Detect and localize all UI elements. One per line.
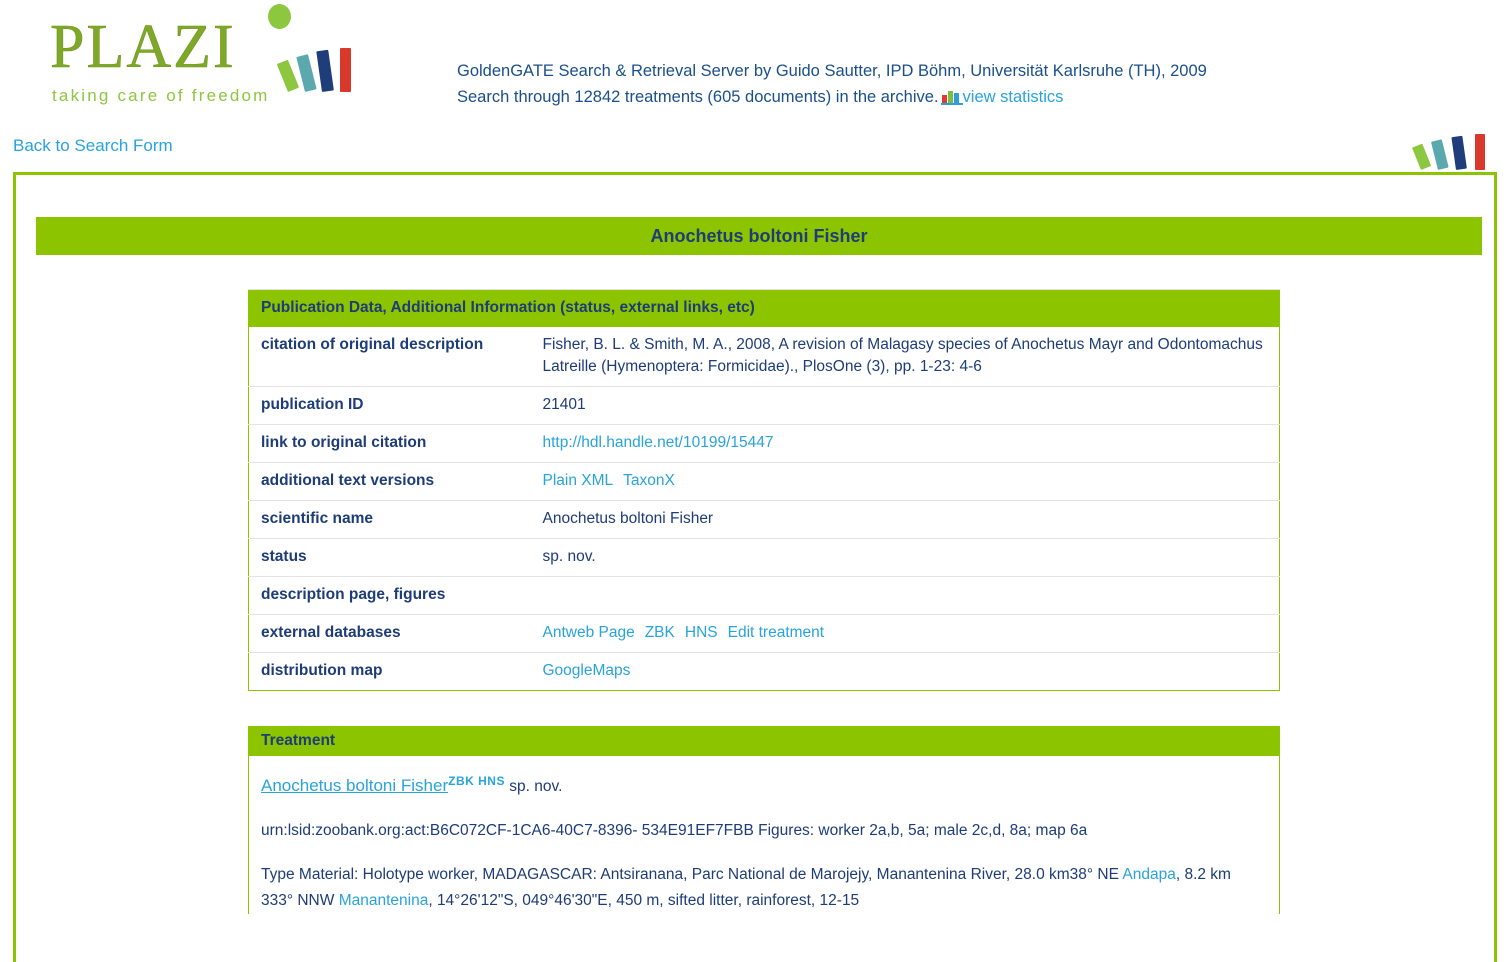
- books-logo-icon: [276, 46, 360, 92]
- treatment-status: sp. nov.: [509, 778, 563, 796]
- row-label-text-versions: additional text versions: [248, 462, 531, 501]
- row-value-text-versions: Plain XML TaxonX: [530, 462, 1280, 501]
- logo-dot-icon: [268, 4, 291, 29]
- table-row: publication ID 21401: [248, 386, 1280, 425]
- page-title: Anochetus boltoni Fisher: [36, 217, 1482, 255]
- table-section-header-row: Publication Data, Additional Information…: [248, 289, 1280, 327]
- row-value-original-citation-link: http://hdl.handle.net/10199/15447: [530, 424, 1280, 463]
- taxonx-link[interactable]: TaxonX: [623, 472, 675, 489]
- antweb-page-link[interactable]: Antweb Page: [543, 624, 635, 641]
- back-to-search-row: Back to Search Form: [13, 136, 173, 156]
- table-row: description page, figures: [248, 576, 1280, 615]
- row-label-description-page-figures: description page, figures: [248, 576, 531, 615]
- row-label-status: status: [248, 538, 531, 577]
- row-value-publication-id: 21401: [530, 386, 1280, 425]
- row-value-distribution-map: GoogleMaps: [530, 652, 1280, 691]
- row-value-external-databases: Antweb Page ZBK HNS Edit treatment: [530, 614, 1280, 653]
- server-info-line1: GoldenGATE Search & Retrieval Server by …: [457, 62, 1207, 80]
- row-label-citation: citation of original description: [261, 336, 484, 353]
- treatment-block: Treatment Anochetus boltoni FisherZBK HN…: [248, 726, 1280, 915]
- publication-data-table: Publication Data, Additional Information…: [248, 289, 1280, 691]
- googlemaps-link[interactable]: GoogleMaps: [543, 662, 631, 679]
- table-row: external databases Antweb Page ZBK HNS Edit…: [248, 614, 1280, 653]
- treatment-taxon-name-link[interactable]: Anochetus boltoni Fisher: [261, 776, 448, 795]
- treatment-db-superscript: ZBK HNS: [448, 774, 505, 788]
- treatment-name-line: Anochetus boltoni FisherZBK HNS sp. nov.: [261, 768, 1267, 800]
- table-row: additional text versions Plain XML TaxonX: [248, 462, 1280, 501]
- table-row: link to original citation http://hdl.han…: [248, 424, 1280, 463]
- edit-treatment-link[interactable]: Edit treatment: [728, 624, 825, 641]
- archive-count-text: Search through 12842 treatments (605 doc…: [457, 88, 939, 106]
- treatment-type-material-paragraph: Type Material: Holotype worker, MADAGASC…: [261, 862, 1267, 914]
- bar-chart-icon: [940, 90, 963, 105]
- row-value-citation: Fisher, B. L. & Smith, M. A., 2008, A re…: [542, 336, 1263, 375]
- hns-link[interactable]: HNS: [685, 624, 718, 641]
- treatment-body: Anochetus boltoni FisherZBK HNS sp. nov.…: [249, 756, 1279, 914]
- row-value-description-page-figures: [530, 576, 1280, 615]
- row-label-external-databases: external databases: [248, 614, 531, 653]
- plain-xml-link[interactable]: Plain XML: [543, 472, 614, 489]
- treatment-urn-paragraph: urn:lsid:zoobank.org:act:B6C072CF-1CA6-4…: [261, 822, 1088, 840]
- page-header: PLAZI taking care of freedom GoldenGATE …: [0, 0, 1512, 170]
- server-info-line2: Search through 12842 treatments (605 doc…: [457, 84, 1207, 110]
- row-value-scientific-name: Anochetus boltoni Fisher: [530, 500, 1280, 539]
- original-citation-url-link[interactable]: http://hdl.handle.net/10199/15447: [543, 434, 774, 451]
- type-material-text-1: Type Material: Holotype worker, MADAGASC…: [261, 866, 1123, 884]
- treatment-section-title: Treatment: [249, 727, 1279, 756]
- table-row: status sp. nov.: [248, 538, 1280, 577]
- manantenina-locality-link[interactable]: Manantenina: [339, 892, 429, 909]
- content-panel: Anochetus boltoni Fisher Publication Dat…: [13, 172, 1497, 962]
- plazi-wordmark-text: PLAZI: [50, 13, 236, 81]
- back-to-search-form-link[interactable]: Back to Search Form: [13, 136, 173, 155]
- row-label-publication-id: publication ID: [248, 386, 531, 425]
- plazi-logo[interactable]: PLAZI taking care of freedom: [40, 4, 370, 116]
- publication-section-title: Publication Data, Additional Information…: [248, 289, 1280, 327]
- table-row: citation of original description Fisher,…: [249, 327, 1280, 387]
- table-row: distribution map GoogleMaps: [248, 652, 1280, 691]
- corner-books-icon: [1412, 130, 1507, 170]
- type-material-text-3: , 14°26'12"S, 049°46'30"E, 450 m, sifted…: [428, 892, 860, 910]
- view-statistics-link[interactable]: view statistics: [963, 88, 1064, 106]
- plazi-wordmark: PLAZI: [40, 4, 370, 92]
- row-label-scientific-name: scientific name: [248, 500, 531, 539]
- zbk-link[interactable]: ZBK: [645, 624, 675, 641]
- row-label-distribution-map: distribution map: [248, 652, 531, 691]
- table-row: scientific name Anochetus boltoni Fisher: [248, 500, 1280, 539]
- row-label-original-citation-link: link to original citation: [248, 424, 531, 463]
- server-info: GoldenGATE Search & Retrieval Server by …: [457, 58, 1207, 110]
- andapa-locality-link[interactable]: Andapa: [1122, 866, 1175, 883]
- row-value-status: sp. nov.: [530, 538, 1280, 577]
